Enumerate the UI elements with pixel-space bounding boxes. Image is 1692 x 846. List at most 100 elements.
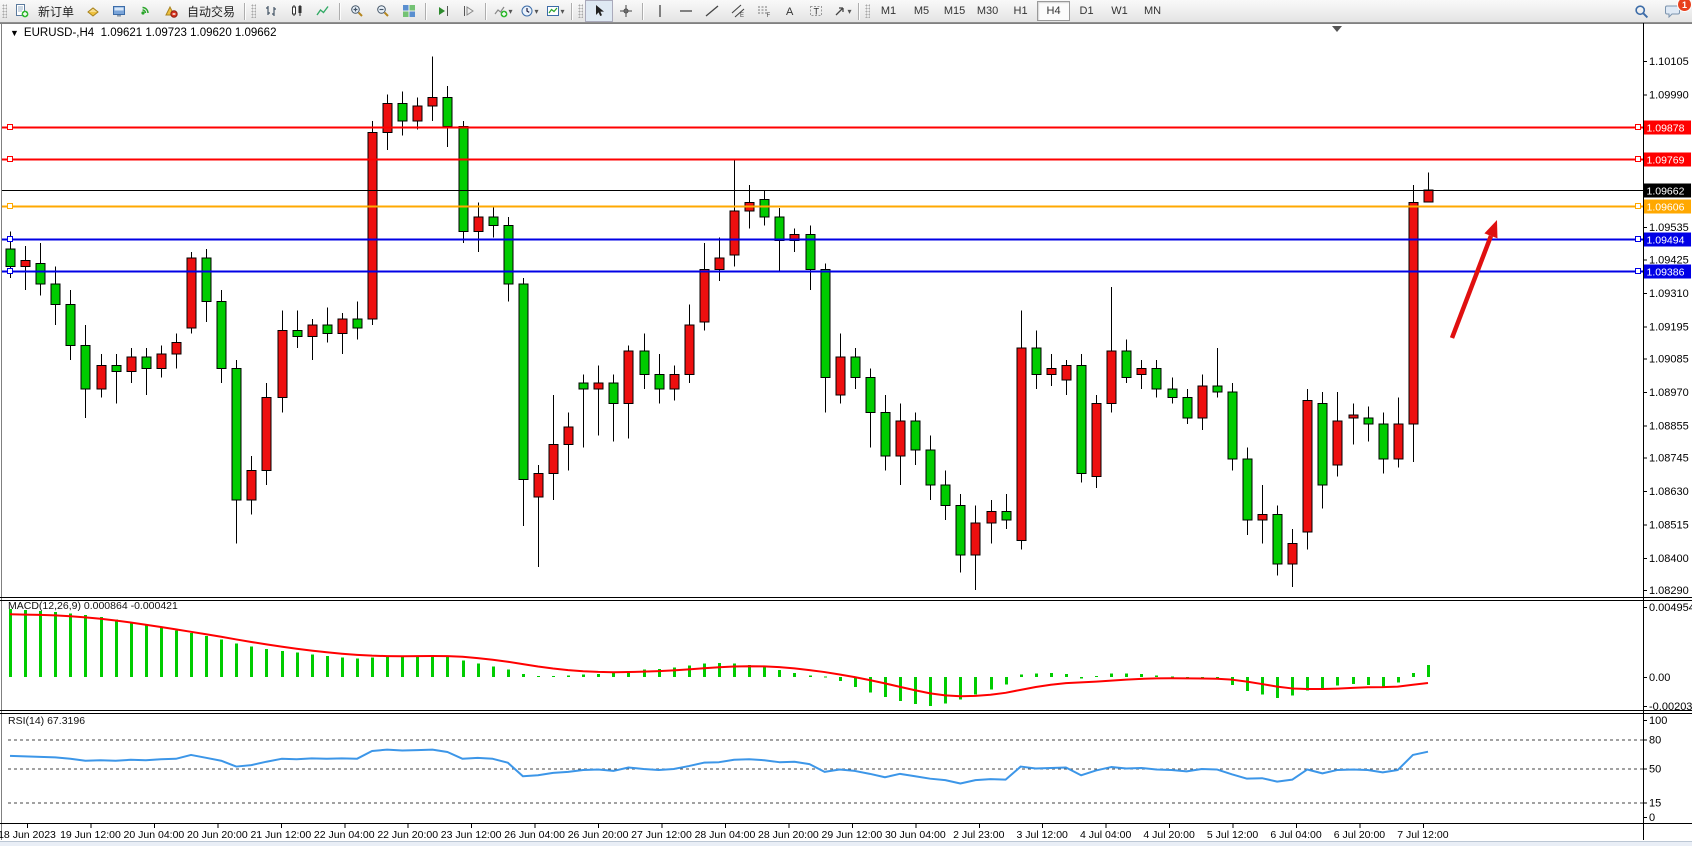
- macd-histogram-bar: [1246, 677, 1249, 691]
- hline-anchor-handle[interactable]: [8, 157, 13, 162]
- timeframe-button-W1[interactable]: W1: [1103, 1, 1136, 21]
- candle: [1379, 424, 1388, 459]
- chart-symbol-period: EURUSD-,H4: [24, 27, 94, 39]
- text-button[interactable]: A: [777, 1, 803, 21]
- timeframe-button-M5[interactable]: M5: [905, 1, 938, 21]
- indicators-button[interactable]: ▾: [490, 1, 516, 21]
- auto-trading-button[interactable]: [158, 1, 184, 21]
- macd-histogram-bar: [1291, 677, 1294, 695]
- periods-caret: ▾: [535, 7, 539, 16]
- timeframe-button-D1[interactable]: D1: [1070, 1, 1103, 21]
- yellow-app-icon: [86, 4, 100, 18]
- macd-histogram-bar: [160, 628, 163, 677]
- hline-anchor-handle[interactable]: [1636, 237, 1641, 242]
- candle: [1168, 389, 1177, 398]
- trendline-button[interactable]: [699, 1, 725, 21]
- rsi-axis-label: 0: [1649, 812, 1655, 824]
- macd-histogram-bar: [1412, 673, 1415, 677]
- candle: [1333, 421, 1342, 465]
- quick-trade-collapse-icon[interactable]: ▼: [10, 28, 19, 38]
- timeframe-button-H1[interactable]: H1: [1004, 1, 1037, 21]
- macd-axis-label: 0.00: [1649, 672, 1670, 684]
- macd-histogram-bar: [1080, 677, 1083, 678]
- text-icon: A: [783, 4, 797, 18]
- macd-histogram-bar: [763, 667, 766, 677]
- new-order-label-button[interactable]: 新订单: [35, 1, 80, 21]
- hline-anchor-handle[interactable]: [8, 237, 13, 242]
- toolbar-grip[interactable]: [2, 4, 7, 18]
- fibonacci-button[interactable]: F: [751, 1, 777, 21]
- hline-anchor-handle[interactable]: [1636, 204, 1641, 209]
- macd-histogram-bar: [1125, 674, 1128, 677]
- line-chart-button[interactable]: [310, 1, 336, 21]
- chart-shift-button[interactable]: [456, 1, 482, 21]
- cursor-button[interactable]: [585, 0, 613, 22]
- price-badge-label: 1.09386: [1647, 267, 1685, 279]
- toolbar-separator: [858, 3, 860, 20]
- macd-histogram-bar: [416, 656, 419, 677]
- label-button[interactable]: T: [803, 1, 829, 21]
- toolbar-grip[interactable]: [578, 4, 583, 18]
- macd-histogram-bar: [326, 656, 329, 677]
- hline-anchor-handle[interactable]: [1636, 157, 1641, 162]
- timeframe-button-M30[interactable]: M30: [971, 1, 1004, 21]
- candlestick-chart-button[interactable]: [284, 1, 310, 21]
- chart-canvas[interactable]: 1.101051.099901.095351.094251.093101.091…: [0, 0, 1692, 846]
- price-tick-label: 1.08745: [1649, 453, 1689, 465]
- bar-chart-button[interactable]: [258, 1, 284, 21]
- candle: [1183, 398, 1192, 418]
- macd-histogram-bar: [703, 664, 706, 677]
- templates-caret: ▾: [561, 7, 565, 16]
- new-order-button[interactable]: [9, 1, 35, 21]
- zoom-out-button[interactable]: [370, 1, 396, 21]
- templates-button[interactable]: ▾: [542, 1, 568, 21]
- auto-trading-label-button[interactable]: 自动交易: [184, 1, 241, 21]
- hline-anchor-handle[interactable]: [8, 269, 13, 274]
- macd-histogram-bar: [462, 660, 465, 677]
- horizontal-line-button[interactable]: [673, 1, 699, 21]
- hline-anchor-handle[interactable]: [8, 204, 13, 209]
- macd-histogram-bar: [356, 659, 359, 677]
- macd-histogram-bar: [1020, 674, 1023, 677]
- shapes-button[interactable]: ▾: [829, 1, 855, 21]
- time-tick-label: 5 Jul 12:00: [1207, 829, 1259, 841]
- macd-histogram-bar: [809, 675, 812, 677]
- tile-windows-button[interactable]: [396, 1, 422, 21]
- chat-button[interactable]: 1: [1660, 1, 1686, 21]
- candle: [1152, 369, 1161, 389]
- crosshair-button[interactable]: [613, 1, 639, 21]
- auto-scroll-button[interactable]: [430, 1, 456, 21]
- time-tick-label: 20 Jun 04:00: [124, 829, 185, 841]
- notification-badge[interactable]: 1: [1677, 0, 1692, 12]
- timeframe-button-M15[interactable]: M15: [938, 1, 971, 21]
- macd-histogram-bar: [974, 677, 977, 695]
- candle: [217, 302, 226, 369]
- hline-anchor-handle[interactable]: [8, 125, 13, 130]
- hline-anchor-handle[interactable]: [1636, 269, 1641, 274]
- macd-histogram-bar: [492, 666, 495, 677]
- toolbar-grip[interactable]: [865, 4, 870, 18]
- rsi-axis-label: 15: [1649, 797, 1661, 809]
- timeframe-button-H4[interactable]: H4: [1037, 1, 1070, 21]
- candle: [685, 325, 694, 375]
- candle: [51, 284, 60, 304]
- candle: [247, 471, 256, 500]
- candle: [534, 474, 543, 497]
- timeframe-button-M1[interactable]: M1: [872, 1, 905, 21]
- timeframe-button-MN[interactable]: MN: [1136, 1, 1169, 21]
- candle: [715, 258, 724, 270]
- toolbar-grip[interactable]: [251, 4, 256, 18]
- macd-histogram-bar: [235, 643, 238, 677]
- vertical-line-button[interactable]: [647, 1, 673, 21]
- signals-button[interactable]: [132, 1, 158, 21]
- candle: [821, 269, 830, 377]
- periods-button[interactable]: ▾: [516, 1, 542, 21]
- equidistant-channel-button[interactable]: E: [725, 1, 751, 21]
- hline-anchor-handle[interactable]: [1636, 125, 1641, 130]
- search-button[interactable]: [1628, 1, 1654, 21]
- toolbar-right: 1: [1628, 1, 1692, 21]
- terminal-button[interactable]: [106, 1, 132, 21]
- zoom-in-button[interactable]: [344, 1, 370, 21]
- market-watch-button[interactable]: [80, 1, 106, 21]
- macd-histogram-bar: [341, 658, 344, 677]
